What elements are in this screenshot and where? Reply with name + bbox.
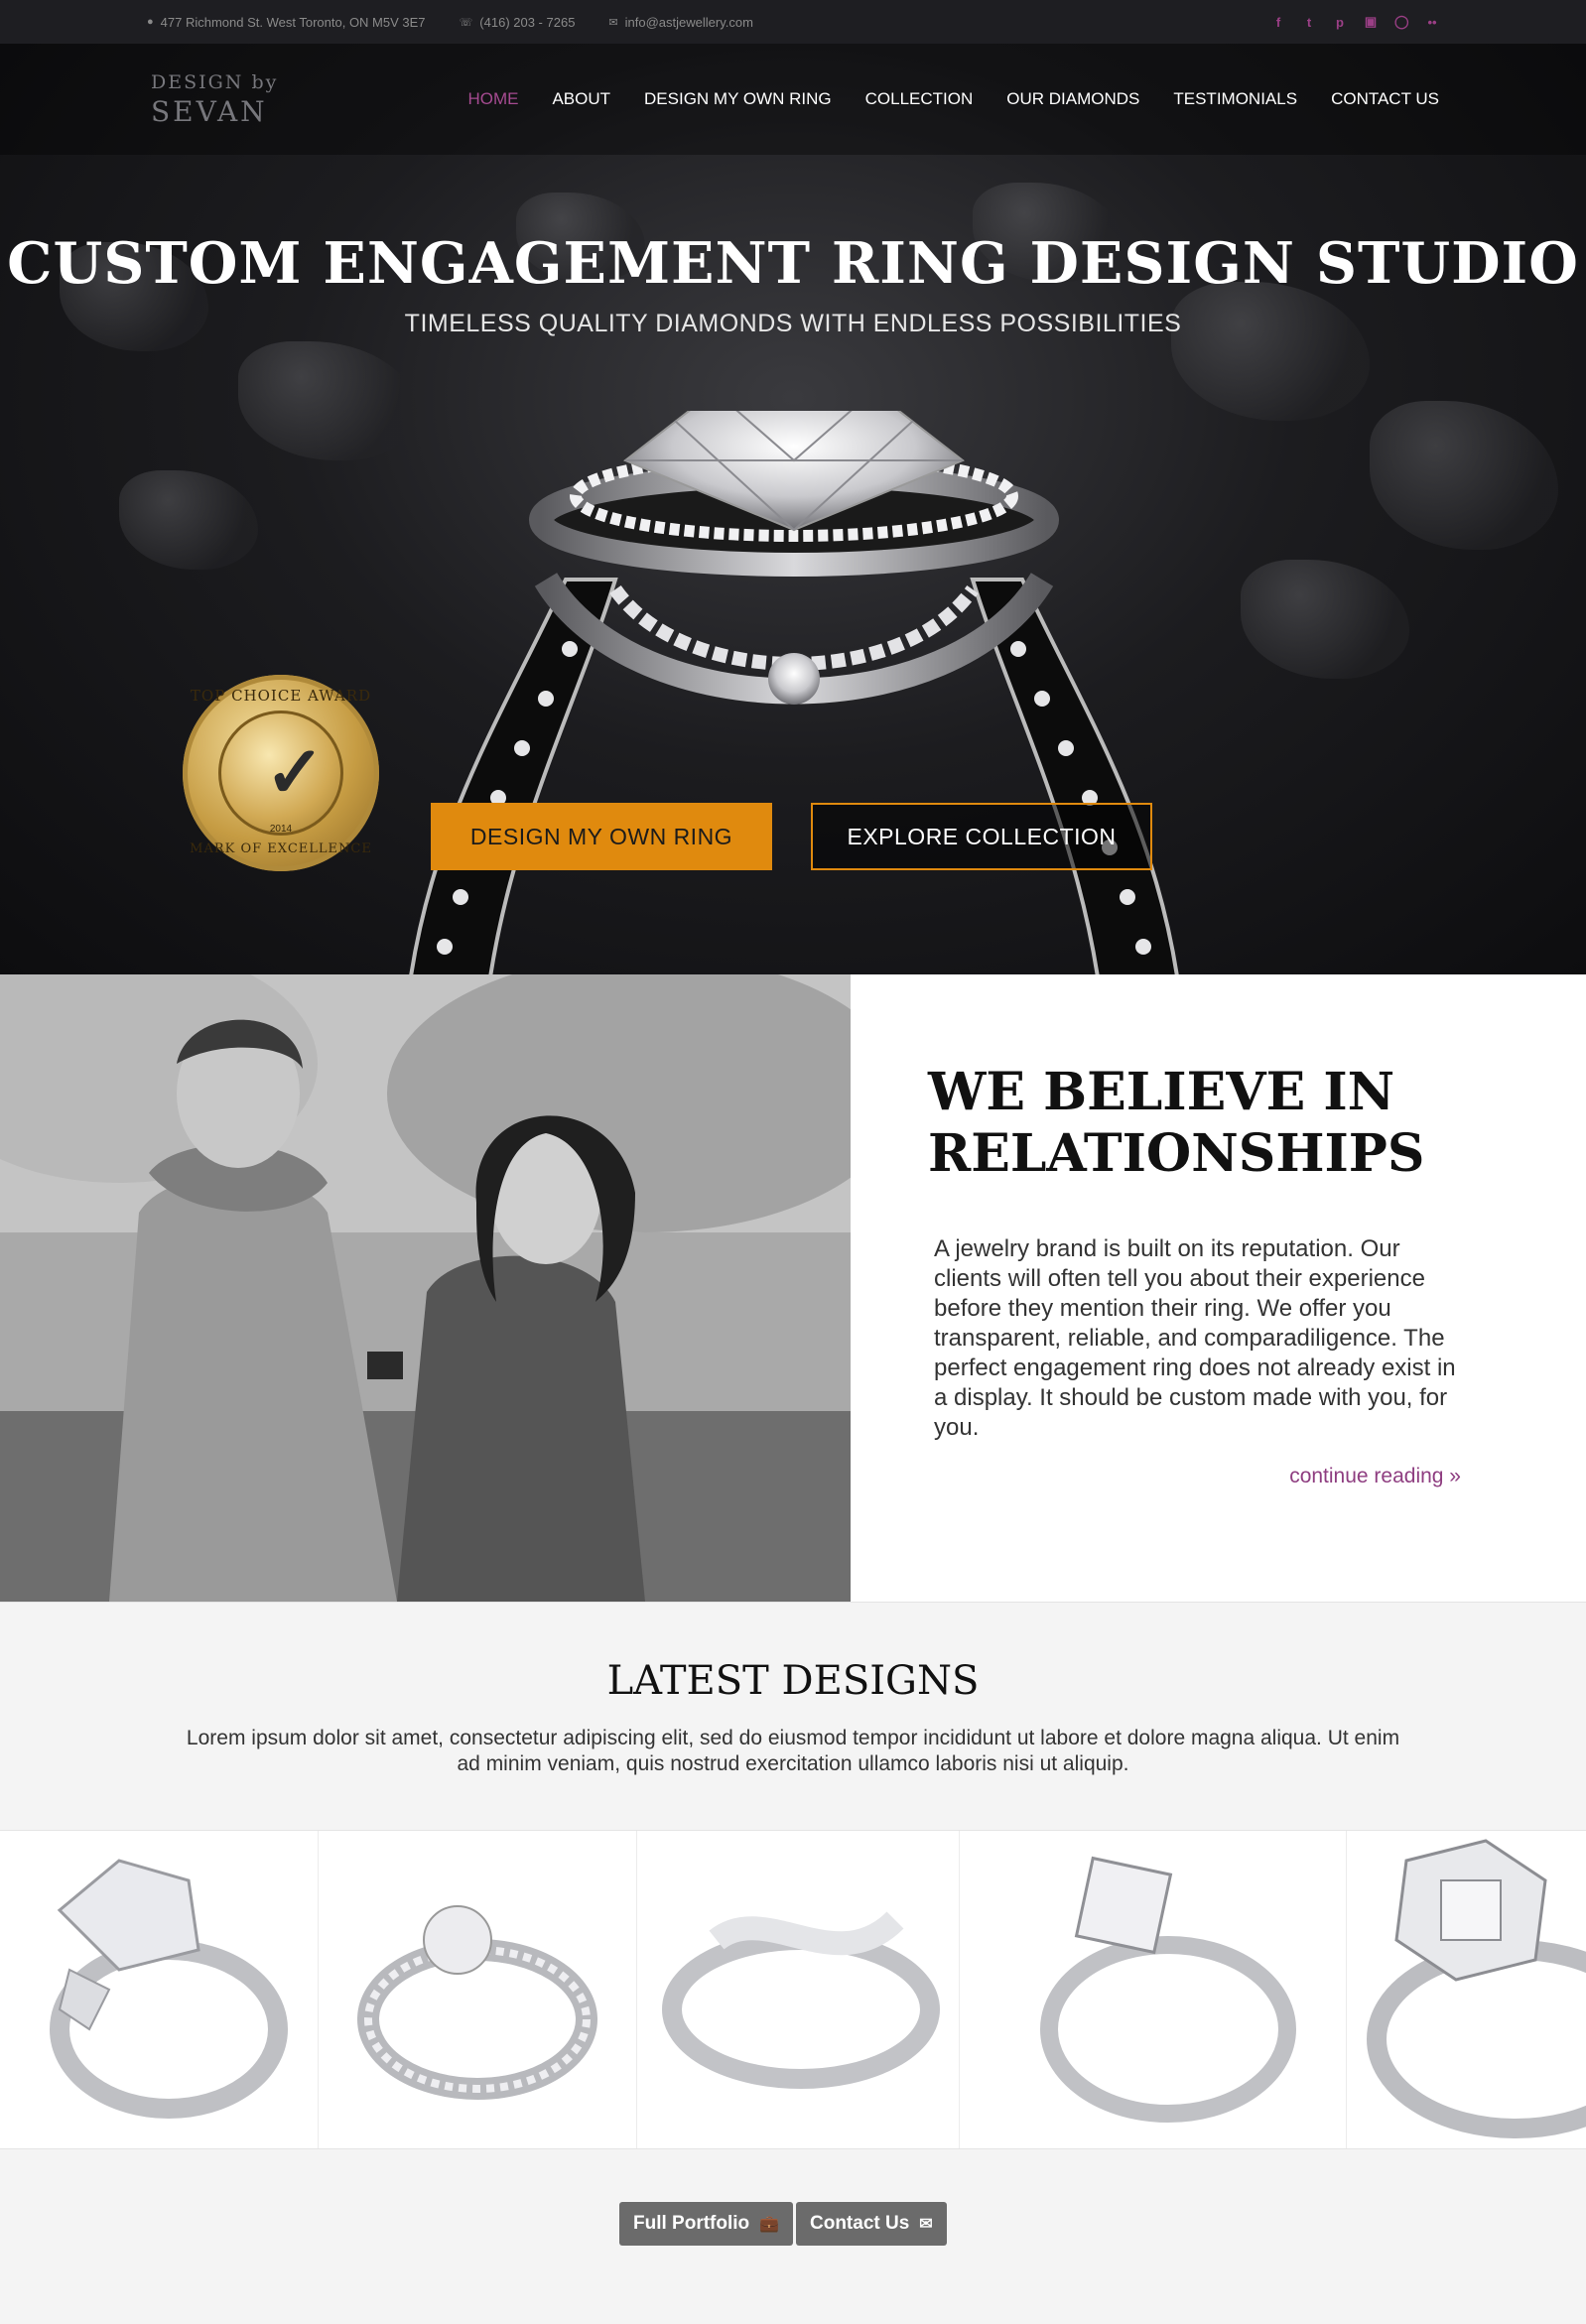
logo-line1: DESIGN by [151,71,279,93]
twitter-icon[interactable]: t [1302,15,1316,30]
flickr-icon[interactable]: •• [1425,15,1439,30]
contact-info: ● 477 Richmond St. West Toronto, ON M5V … [147,0,753,44]
phone-icon: ☏ [459,16,473,29]
site-logo[interactable]: DESIGN by SEVAN [151,73,278,126]
nav-item-collection[interactable]: COLLECTION [865,89,974,109]
instagram-icon[interactable]: ▣ [1364,14,1378,30]
main-navbar: DESIGN by SEVAN HOME ABOUT DESIGN MY OWN… [0,44,1586,155]
hero-section: DESIGN by SEVAN HOME ABOUT DESIGN MY OWN… [0,44,1586,974]
checkmark-icon: ✓ [265,733,326,813]
ring-image [1040,1856,1296,2123]
map-pin-icon: ● [147,16,154,28]
dribbble-icon[interactable]: ◯ [1394,14,1409,30]
badge-year: 2014 [269,824,293,835]
nav-item-contact-us[interactable]: CONTACT US [1331,89,1439,109]
pinterest-icon[interactable]: p [1333,15,1347,30]
email-text[interactable]: info@astjewellery.com [625,15,753,30]
nav-item-about[interactable]: ABOUT [552,89,610,109]
badge-bottom-text: MARK OF EXCELLENCE [190,841,372,856]
email-item[interactable]: ✉ info@astjewellery.com [608,15,753,30]
background-gem [1171,282,1370,421]
ring-image [662,1911,940,2089]
briefcase-icon: 💼 [759,2216,780,2233]
badge-top-text: TOP CHOICE AWARD [190,687,372,705]
phone-item[interactable]: ☏ (416) 203 - 7265 [460,15,576,30]
envelope-icon: ✉ [919,2216,933,2233]
hero-title: CUSTOM ENGAGEMENT RING DESIGN STUDIO [7,230,1579,297]
background-gem [1370,401,1558,550]
contact-us-label: Contact Us [810,2213,910,2234]
facebook-icon[interactable]: f [1271,15,1285,30]
ring-image [1367,1839,1586,2138]
continue-reading-link[interactable]: continue reading » [1289,1465,1461,1488]
hero-subtitle: TIMELESS QUALITY DIAMONDS WITH ENDLESS P… [404,310,1182,337]
gallery-tile[interactable] [637,1831,960,2148]
background-gem [1241,560,1409,679]
envelope-icon: ✉ [608,16,618,29]
about-section: WE BELIEVE IN RELATIONSHIPS A jewelry br… [0,974,1586,1602]
gallery-tile[interactable] [1347,1831,1586,2148]
logo-line2: SEVAN [151,95,268,128]
social-links: f t p ▣ ◯ •• [1271,0,1439,44]
contact-us-button[interactable]: Contact Us ✉ [796,2202,947,2246]
address-text: 477 Richmond St. West Toronto, ON M5V 3E… [160,14,426,30]
nav-item-design-my-own-ring[interactable]: DESIGN MY OWN RING [644,89,832,109]
award-badge: TOP CHOICE AWARD ✓ 2014 MARK OF EXCELLEN… [183,675,379,871]
main-nav: HOME ABOUT DESIGN MY OWN RING COLLECTION… [467,89,1439,109]
nav-item-testimonials[interactable]: TESTIMONIALS [1173,89,1297,109]
nav-item-home[interactable]: HOME [467,89,518,109]
latest-designs-section: LATEST DESIGNS Lorem ipsum dolor sit ame… [0,1602,1586,1830]
explore-collection-button[interactable]: EXPLORE COLLECTION [811,803,1152,870]
latest-designs-title: LATEST DESIGNS [606,1658,980,1704]
gallery-tile[interactable] [319,1831,637,2148]
about-body: A jewelry brand is built on its reputati… [934,1235,1456,1441]
about-title: WE BELIEVE IN RELATIONSHIPS [928,1062,1425,1184]
gallery-tile[interactable] [0,1831,319,2148]
badge-seal: ✓ [218,710,343,836]
background-gem [119,470,258,570]
design-my-own-ring-button[interactable]: DESIGN MY OWN RING [431,803,772,870]
ring-image [50,1859,288,2119]
nav-item-our-diamonds[interactable]: OUR DIAMONDS [1006,89,1139,109]
gallery-tile[interactable] [960,1831,1347,2148]
top-info-bar: ● 477 Richmond St. West Toronto, ON M5V … [0,0,1586,44]
address-item: ● 477 Richmond St. West Toronto, ON M5V … [147,15,426,30]
full-portfolio-button[interactable]: Full Portfolio 💼 [619,2202,794,2246]
latest-designs-description: Lorem ipsum dolor sit amet, consectetur … [186,1727,1400,1775]
footer-actions: Full Portfolio 💼 Contact Us ✉ [0,2149,1586,2324]
diamond-ring-image [409,411,1179,974]
couple-photo [0,974,851,1602]
full-portfolio-label: Full Portfolio [633,2213,750,2234]
phone-text[interactable]: (416) 203 - 7265 [479,15,575,30]
designs-gallery [0,1830,1586,2149]
ring-image [357,1905,597,2100]
